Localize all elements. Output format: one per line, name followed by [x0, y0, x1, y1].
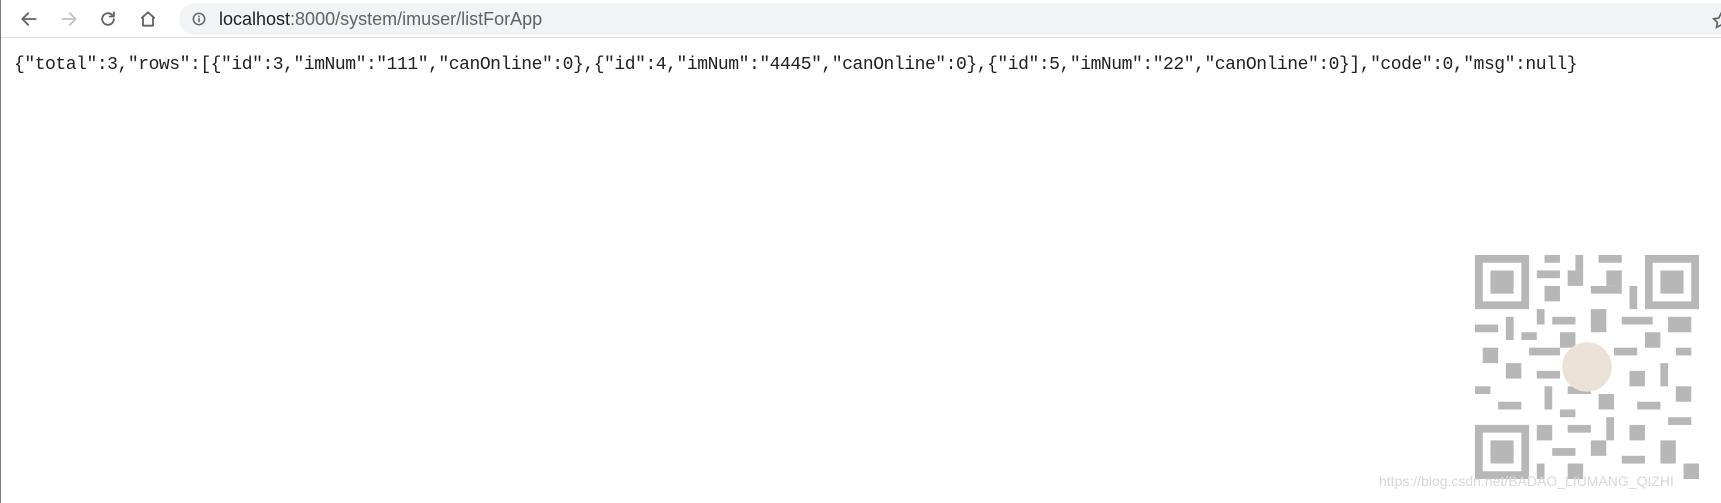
home-button[interactable] — [134, 5, 162, 33]
star-icon[interactable] — [1711, 11, 1721, 31]
back-arrow-icon — [21, 12, 37, 26]
url-path: :8000/system/imuser/listForApp — [290, 9, 543, 29]
forward-arrow-icon — [61, 12, 77, 26]
back-button[interactable] — [15, 5, 43, 33]
reload-icon — [101, 11, 115, 26]
qr-code-image — [1475, 255, 1699, 479]
reload-button[interactable] — [94, 5, 122, 33]
home-icon — [140, 11, 156, 27]
qr-code-icon — [1475, 255, 1699, 479]
forward-button[interactable] — [55, 5, 83, 33]
watermark-text: https://blog.csdn.net/BADAO_LIUMANG_QIZH… — [1379, 473, 1674, 489]
browser-toolbar: localhost:8000/system/imuser/listForApp — [1, 0, 1721, 38]
address-bar[interactable]: localhost:8000/system/imuser/listForApp — [179, 3, 1721, 35]
browser-window: localhost:8000/system/imuser/listForApp … — [0, 0, 1721, 503]
info-icon[interactable] — [192, 12, 206, 26]
json-response: {"total":3,"rows":[{"id":3,"imNum":"111"… — [14, 55, 1578, 75]
url-host: localhost — [219, 9, 291, 29]
url-text[interactable]: localhost:8000/system/imuser/listForApp — [219, 10, 542, 28]
